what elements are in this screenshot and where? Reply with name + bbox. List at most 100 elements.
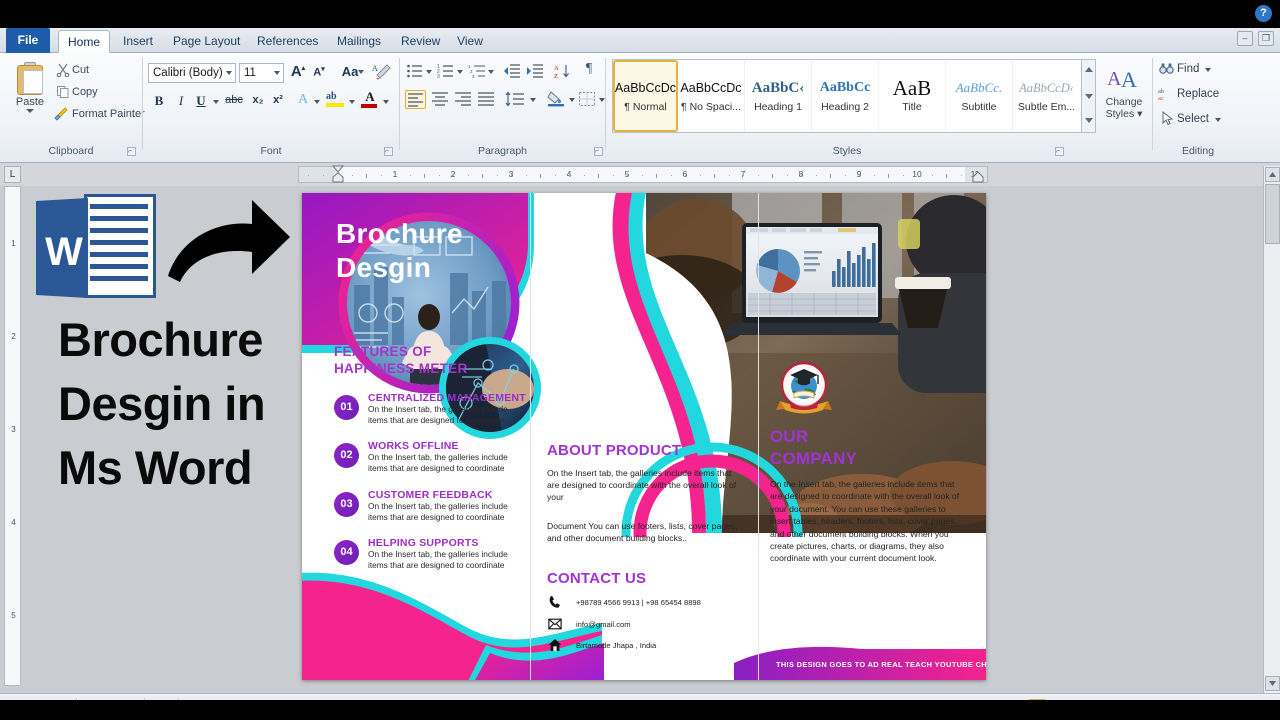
ruler-tick [511,175,512,176]
decrease-indent-icon[interactable] [503,63,521,79]
increase-indent-icon[interactable] [526,63,544,79]
format-painter-button[interactable]: Format Painter [54,107,145,121]
align-right-icon[interactable] [454,91,472,107]
select-caret[interactable] [1214,118,1221,122]
font-size-combo[interactable]: 11 [239,63,284,83]
numbering-caret[interactable] [457,70,463,74]
contact-us-heading: CONTACT US [547,570,647,587]
svg-text:ab: ab [1158,88,1164,95]
vertical-ruler[interactable]: 1 2 3 4 5 [4,186,21,686]
justify-icon[interactable] [477,91,495,107]
text-effects-label: A [297,92,309,107]
style-normal[interactable]: AaBbCcDc ¶ Normal [613,60,678,132]
horizontal-ruler[interactable]: 1 2 3 4 5 6 7 8 9 10 11 [298,166,988,183]
paste-button[interactable]: Paste [8,61,52,113]
font-color-button[interactable]: A [361,90,379,108]
tab-review[interactable]: Review [392,30,446,53]
clipboard-dialog-launcher[interactable]: ⌐ [127,147,136,156]
panel-divider-right [758,193,759,680]
styles-dialog-launcher[interactable]: ⌐ [1055,147,1064,156]
font-color-caret[interactable] [383,100,389,104]
align-left-icon[interactable] [405,90,426,109]
styles-gallery[interactable]: AaBbCcDc ¶ Normal AaBbCcDc ¶ No Spaci...… [612,59,1082,133]
font-dialog-launcher[interactable]: ⌐ [384,147,393,156]
feature-title: CENTRALIZED MANAGEMENT [368,392,526,404]
ruler-tick [656,174,657,178]
highlight-caret[interactable] [349,100,355,104]
paragraph-dialog-launcher[interactable]: ⌐ [594,147,603,156]
superscript-button[interactable]: x² [269,94,287,106]
style-subtle-emphasis[interactable]: AaBbCcD‹ Subtle Em... [1013,60,1080,132]
tab-mailings[interactable]: Mailings [328,30,390,53]
help-question-icon[interactable]: ? [1255,5,1272,22]
scrollbar-thumb[interactable] [1265,184,1280,244]
find-button[interactable]: Find [1159,63,1212,75]
tab-insert[interactable]: Insert [114,30,162,53]
ruler-tick [424,174,425,178]
change-styles-button[interactable]: A A Change Styles ▾ [1100,65,1148,120]
ruler-tick [699,175,701,176]
replace-button[interactable]: ab ac Replace [1158,88,1219,101]
more-styles-icon[interactable] [1085,118,1093,123]
tab-view[interactable]: View [448,30,492,53]
show-formatting-marks-button[interactable]: ¶ [580,61,598,77]
style-heading-2[interactable]: AaBbCc Heading 2 [812,60,879,132]
highlight-color-button[interactable]: ab [326,91,346,107]
font-family-combo[interactable]: Calibri (Body) [148,63,236,83]
letterbox-bottom [0,700,1280,720]
line-spacing-icon[interactable] [505,91,527,107]
style-title[interactable]: AaB Title [879,60,946,132]
ruler-area: L 1 2 3 4 5 6 7 8 9 10 11 [0,163,1280,186]
grow-font-label: A [290,63,302,80]
shading-caret[interactable] [569,98,575,102]
bold-button[interactable]: B [151,93,167,109]
tab-references[interactable]: References [248,30,326,53]
numbered-list-icon[interactable]: 123 [437,63,455,80]
find-caret[interactable] [1205,68,1212,72]
scroll-up-icon[interactable] [1085,67,1093,72]
right-indent-marker[interactable] [972,167,984,183]
scroll-up-button[interactable] [1265,167,1280,182]
vertical-scrollbar[interactable] [1263,166,1280,693]
copy-button[interactable]: Copy [57,86,98,98]
select-button[interactable]: Select [1162,111,1221,126]
minimize-ribbon-button[interactable]: – [1237,31,1253,46]
first-line-indent-marker[interactable] [332,165,344,185]
multilevel-list-icon[interactable]: 123 [468,63,486,79]
tab-page-layout[interactable]: Page Layout [164,30,246,53]
scroll-down-button[interactable] [1265,676,1280,691]
change-case-button[interactable]: Aa [338,64,364,79]
align-center-icon[interactable] [431,91,449,107]
ruler-tick [960,175,962,176]
sort-az-icon[interactable]: A Z [553,63,571,80]
tab-file[interactable]: File [6,28,50,53]
shrink-font-button[interactable]: A▾ [311,65,327,79]
vertical-ruler-number: 3 [11,425,16,434]
restore-button[interactable]: ❐ [1258,31,1274,46]
tab-stop-selector[interactable]: L [4,166,21,183]
text-effects-caret[interactable] [314,100,320,104]
clear-formatting-icon[interactable]: A [371,62,391,80]
shading-icon[interactable] [546,90,566,107]
grow-font-button[interactable]: A▴ [289,63,307,80]
style-subtitle[interactable]: AaBbCc. Subtitle [946,60,1013,132]
bullet-list-icon[interactable] [406,63,424,79]
tab-home[interactable]: Home [58,30,110,53]
cut-button[interactable]: Cut [56,63,89,77]
italic-button[interactable]: I [173,93,189,109]
document-page[interactable]: Brochure Desgin FEATURES OF HAPPINESS ME… [302,193,986,680]
style-label: ¶ Normal [624,100,667,113]
style-no-spacing[interactable]: AaBbCcDc ¶ No Spaci... [678,60,745,132]
underline-button[interactable]: U [193,93,209,109]
bullets-caret[interactable] [426,70,432,74]
underline-dropdown-caret[interactable] [213,100,219,104]
line-spacing-caret[interactable] [530,98,536,102]
text-effects-button[interactable]: A [295,92,311,108]
multilevel-caret[interactable] [488,70,494,74]
borders-icon[interactable] [578,91,596,107]
style-heading-1[interactable]: AaBbC‹ Heading 1 [745,60,812,132]
strikethrough-button[interactable]: abc [223,94,245,106]
scroll-down-icon[interactable] [1085,94,1093,99]
subscript-button[interactable]: x₂ [249,94,267,106]
styles-gallery-scrollbar[interactable] [1082,59,1096,133]
